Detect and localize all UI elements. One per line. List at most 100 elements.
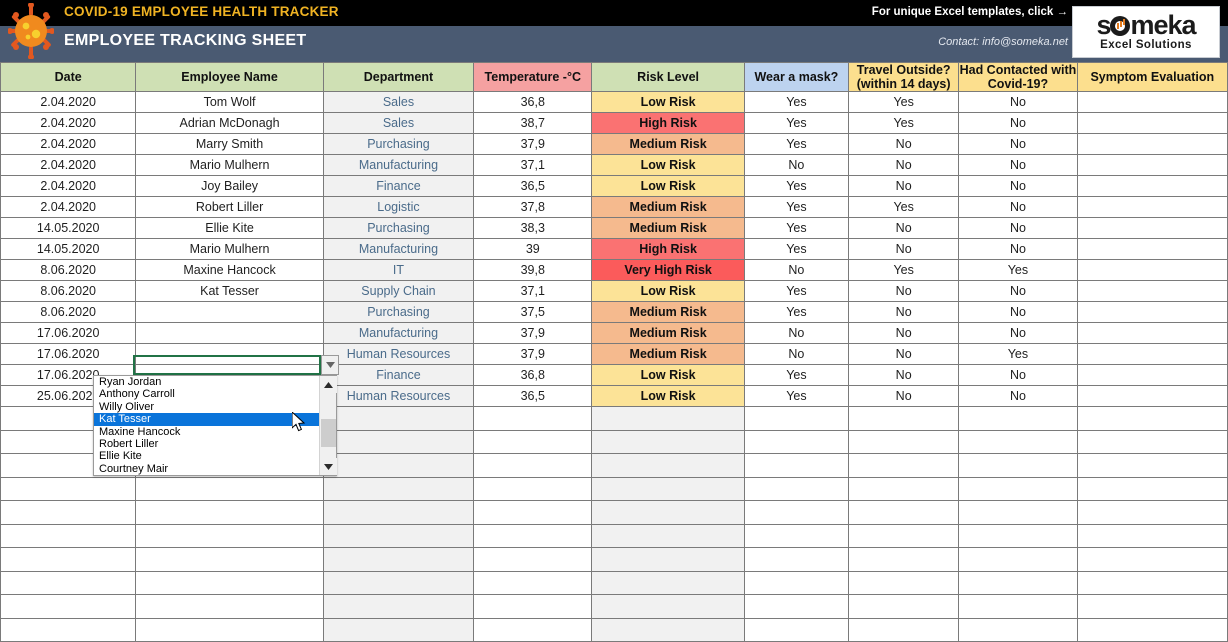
dropdown-scrollbar[interactable] bbox=[319, 376, 337, 475]
table-row[interactable]: 2.04.2020 Adrian McDonagh Sales 38,7 High Ri… bbox=[0, 112, 1228, 134]
cell-date[interactable]: 14.05.2020 bbox=[0, 217, 137, 239]
cell-employee-name[interactable] bbox=[135, 594, 324, 619]
table-row[interactable]: 17.06.2020 Manufacturing 37,9 Medium Risk No… bbox=[0, 322, 1228, 344]
cell-symptom-evaluation[interactable] bbox=[1076, 500, 1228, 525]
cell-employee-name[interactable]: Ellie Kite bbox=[135, 217, 324, 239]
table-row-empty[interactable] bbox=[0, 476, 1228, 501]
cell-had-contacted[interactable]: Yes bbox=[958, 259, 1078, 281]
cell-wear-a-mask[interactable]: Yes bbox=[743, 196, 850, 218]
cell-risk-level[interactable] bbox=[591, 476, 745, 501]
cell-employee-name[interactable] bbox=[135, 301, 324, 323]
cell-date[interactable]: 2.04.2020 bbox=[0, 91, 137, 113]
cell-had-contacted[interactable] bbox=[958, 570, 1078, 595]
cell-department[interactable]: Manufacturing bbox=[322, 238, 475, 260]
cell-department[interactable] bbox=[322, 594, 475, 619]
cell-travel-outside[interactable] bbox=[848, 594, 960, 619]
cell-symptom-evaluation[interactable] bbox=[1076, 343, 1228, 365]
cell-risk-level[interactable]: Low Risk bbox=[591, 280, 745, 302]
cell-risk-level[interactable]: Medium Risk bbox=[591, 322, 745, 344]
cell-had-contacted[interactable]: No bbox=[958, 91, 1078, 113]
cell-department[interactable]: Manufacturing bbox=[322, 322, 475, 344]
cell-symptom-evaluation[interactable] bbox=[1076, 217, 1228, 239]
cell-employee-name[interactable] bbox=[135, 523, 324, 548]
cell-risk-level[interactable]: Medium Risk bbox=[591, 343, 745, 365]
dropdown-option[interactable]: Anthony Carroll bbox=[94, 388, 319, 400]
cell-travel-outside[interactable]: No bbox=[848, 133, 960, 155]
cell-had-contacted[interactable]: No bbox=[958, 301, 1078, 323]
cell-had-contacted[interactable]: No bbox=[958, 280, 1078, 302]
cell-risk-level[interactable] bbox=[591, 453, 745, 478]
cell-had-contacted[interactable]: No bbox=[958, 133, 1078, 155]
cell-had-contacted[interactable]: Yes bbox=[958, 343, 1078, 365]
cell-travel-outside[interactable]: Yes bbox=[848, 91, 960, 113]
cell-employee-name[interactable]: Adrian McDonagh bbox=[135, 112, 324, 134]
cell-risk-level[interactable] bbox=[591, 406, 745, 431]
table-row-empty[interactable] bbox=[0, 570, 1228, 595]
cell-risk-level[interactable]: Medium Risk bbox=[591, 301, 745, 323]
table-row[interactable]: 8.06.2020 Purchasing 37,5 Medium Risk Yes No N… bbox=[0, 301, 1228, 323]
cell-travel-outside[interactable]: No bbox=[848, 385, 960, 407]
cell-symptom-evaluation[interactable] bbox=[1076, 322, 1228, 344]
cell-department[interactable] bbox=[322, 547, 475, 572]
cell-department[interactable]: Human Resources bbox=[322, 343, 475, 365]
cell-travel-outside[interactable] bbox=[848, 500, 960, 525]
cell-travel-outside[interactable] bbox=[848, 453, 960, 478]
someka-logo[interactable]: s meka Excel Solutions bbox=[1072, 6, 1220, 58]
table-row[interactable]: 2.04.2020 Marry Smith Purchasing 37,9 Medium… bbox=[0, 133, 1228, 155]
cell-travel-outside[interactable] bbox=[848, 429, 960, 454]
cell-had-contacted[interactable] bbox=[958, 453, 1078, 478]
cell-travel-outside[interactable] bbox=[848, 570, 960, 595]
cell-travel-outside[interactable]: No bbox=[848, 364, 960, 386]
cell-department[interactable] bbox=[322, 406, 475, 431]
cell-symptom-evaluation[interactable] bbox=[1076, 301, 1228, 323]
table-row-empty[interactable] bbox=[0, 547, 1228, 572]
promo-link[interactable]: For unique Excel templates, click → bbox=[872, 6, 1068, 18]
cell-temperature[interactable]: 37,5 bbox=[473, 301, 593, 323]
cell-temperature[interactable] bbox=[473, 523, 593, 548]
dropdown-option[interactable]: Robert Liller bbox=[94, 438, 319, 450]
cell-symptom-evaluation[interactable] bbox=[1076, 259, 1228, 281]
cell-employee-name[interactable]: Tom Wolf bbox=[135, 91, 324, 113]
cell-symptom-evaluation[interactable] bbox=[1076, 154, 1228, 176]
cell-travel-outside[interactable]: No bbox=[848, 280, 960, 302]
cell-risk-level[interactable] bbox=[591, 429, 745, 454]
dropdown-option[interactable]: Maxine Hancock bbox=[94, 426, 319, 438]
cell-had-contacted[interactable]: No bbox=[958, 196, 1078, 218]
cell-wear-a-mask[interactable]: Yes bbox=[743, 280, 850, 302]
scrollbar-thumb[interactable] bbox=[321, 419, 336, 447]
cell-department[interactable]: Finance bbox=[322, 175, 475, 197]
dropdown-option[interactable]: Willy Oliver bbox=[94, 401, 319, 413]
cell-temperature[interactable] bbox=[473, 547, 593, 572]
cell-had-contacted[interactable] bbox=[958, 429, 1078, 454]
cell-department[interactable] bbox=[322, 476, 475, 501]
cell-travel-outside[interactable]: No bbox=[848, 175, 960, 197]
cell-department[interactable]: Manufacturing bbox=[322, 154, 475, 176]
cell-travel-outside[interactable] bbox=[848, 476, 960, 501]
column-header-department[interactable]: Department bbox=[322, 62, 475, 92]
cell-employee-name[interactable]: Kat Tesser bbox=[135, 280, 324, 302]
cell-temperature[interactable]: 39 bbox=[473, 238, 593, 260]
cell-had-contacted[interactable] bbox=[958, 406, 1078, 431]
cell-risk-level[interactable] bbox=[591, 594, 745, 619]
cell-temperature[interactable]: 36,5 bbox=[473, 175, 593, 197]
cell-temperature[interactable]: 37,9 bbox=[473, 343, 593, 365]
cell-symptom-evaluation[interactable] bbox=[1076, 238, 1228, 260]
cell-had-contacted[interactable]: No bbox=[958, 364, 1078, 386]
cell-risk-level[interactable] bbox=[591, 500, 745, 525]
cell-wear-a-mask[interactable] bbox=[743, 406, 850, 431]
cell-risk-level[interactable]: Low Risk bbox=[591, 175, 745, 197]
cell-wear-a-mask[interactable] bbox=[743, 523, 850, 548]
cell-symptom-evaluation[interactable] bbox=[1076, 406, 1228, 431]
cell-wear-a-mask[interactable]: No bbox=[743, 259, 850, 281]
cell-employee-name[interactable] bbox=[135, 570, 324, 595]
cell-travel-outside[interactable]: No bbox=[848, 322, 960, 344]
scroll-down-button[interactable] bbox=[320, 458, 337, 475]
cell-date[interactable]: 17.06.2020 bbox=[0, 322, 137, 344]
cell-temperature[interactable]: 38,7 bbox=[473, 112, 593, 134]
cell-symptom-evaluation[interactable] bbox=[1076, 364, 1228, 386]
cell-department[interactable]: Sales bbox=[322, 91, 475, 113]
cell-employee-name[interactable] bbox=[135, 500, 324, 525]
cell-had-contacted[interactable]: No bbox=[958, 217, 1078, 239]
cell-date[interactable]: 17.06.2020 bbox=[0, 343, 137, 365]
cell-department[interactable]: Sales bbox=[322, 112, 475, 134]
